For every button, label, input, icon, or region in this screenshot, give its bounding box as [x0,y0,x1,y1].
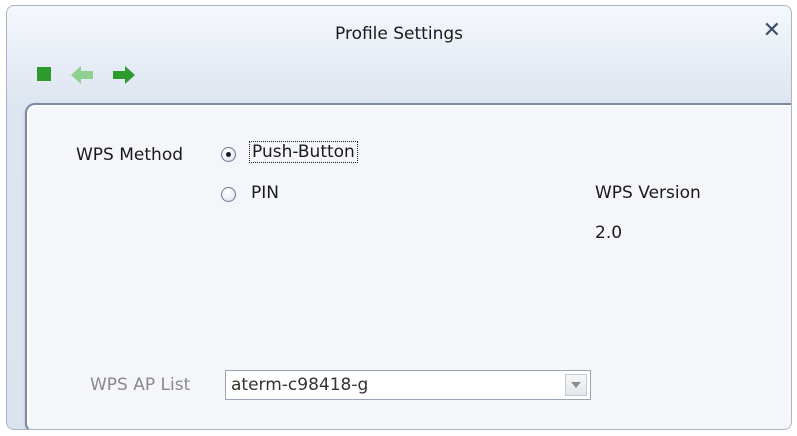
push-button-label-text: Push-Button [249,141,358,163]
window-title: Profile Settings [335,24,463,44]
stop-icon[interactable] [35,62,65,88]
pin-radio[interactable] [221,187,236,202]
wps-ap-list-selected: aterm-c98418-g [231,375,369,395]
wps-version-value: 2.0 [595,223,623,243]
push-button-radio[interactable] [221,147,236,162]
wps-ap-list-label: WPS AP List [90,375,191,395]
profile-settings-window: Profile Settings ✕ WPS Method Push-Butto… [6,5,792,430]
push-button-option-label[interactable]: Push-Button [249,141,358,163]
close-icon[interactable]: ✕ [763,20,781,42]
wps-version-label: WPS Version [595,183,701,203]
wps-method-label: WPS Method [76,145,184,165]
chevron-down-icon[interactable] [565,374,587,396]
wps-ap-list-dropdown[interactable]: aterm-c98418-g [225,370,591,400]
back-arrow-icon[interactable] [67,62,97,88]
wps-settings-panel: WPS Method Push-Button PIN WPS Version 2… [25,103,791,429]
radio-selected-dot [226,152,231,157]
pin-option-label[interactable]: PIN [251,183,279,203]
forward-arrow-icon[interactable] [107,62,137,88]
